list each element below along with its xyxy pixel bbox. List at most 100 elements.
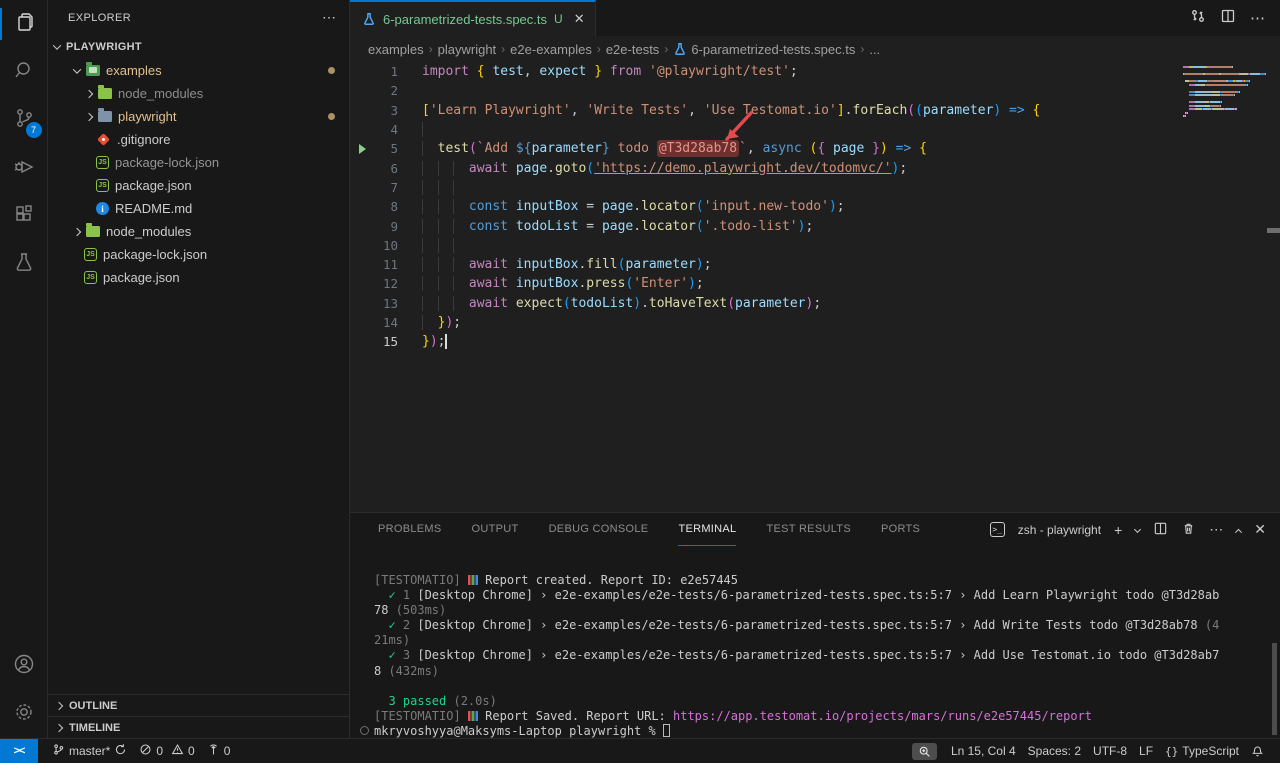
- breadcrumb-item[interactable]: playwright: [438, 42, 497, 57]
- screencast-zoom-icon[interactable]: [912, 743, 937, 760]
- folder-examples-icon: [86, 65, 100, 76]
- tree-item-package-json[interactable]: JSpackage.json: [48, 266, 349, 289]
- panel-actions: >_ zsh - playwright + ⋯ ✕: [990, 513, 1266, 546]
- more-actions-icon[interactable]: ⋯: [1250, 9, 1266, 27]
- close-icon[interactable]: ✕: [574, 11, 585, 27]
- code-line-5[interactable]: 5test(`Add ${parameter} todo @T3d28ab78`…: [350, 139, 1280, 158]
- tab-output[interactable]: OUTPUT: [472, 513, 519, 546]
- code-line-12[interactable]: 12await inputBox.press('Enter');: [350, 274, 1280, 293]
- code-line-6[interactable]: 6await page.goto('https://demo.playwrigh…: [350, 158, 1280, 177]
- activity-run-debug-button[interactable]: [0, 144, 48, 192]
- files-icon: [12, 10, 36, 39]
- cursor-position-status[interactable]: Ln 15, Col 4: [945, 744, 1022, 758]
- breadcrumb-separator: ›: [860, 42, 864, 56]
- terminal-line: 3 passed (2.0s): [374, 694, 1270, 709]
- code-line-8[interactable]: 8const inputBox = page.locator('input.ne…: [350, 197, 1280, 216]
- chevron-down-icon: [73, 65, 81, 73]
- split-editor-icon[interactable]: [1220, 8, 1236, 29]
- warning-icon: [171, 743, 184, 759]
- settings-button[interactable]: [0, 690, 48, 738]
- terminal-dropdown-icon[interactable]: [1134, 526, 1141, 533]
- run-test-icon[interactable]: [359, 144, 366, 154]
- breadcrumb-separator: ›: [429, 42, 433, 56]
- tree-item-package-lock-json[interactable]: JSpackage-lock.json: [48, 151, 349, 174]
- tree-item-readme-md[interactable]: iREADME.md: [48, 197, 349, 220]
- breadcrumb-item[interactable]: examples: [368, 42, 424, 57]
- breadcrumb-item[interactable]: e2e-tests: [606, 42, 659, 57]
- activity-extensions-button[interactable]: [0, 192, 48, 240]
- breadcrumb-item[interactable]: ...: [869, 42, 880, 57]
- code-line-1[interactable]: 1import { test, expect } from '@playwrig…: [350, 62, 1280, 81]
- code-line-2[interactable]: 2: [350, 81, 1280, 100]
- tree-item-label: .gitignore: [117, 132, 170, 147]
- tree-item-node-modules[interactable]: node_modules: [48, 82, 349, 105]
- breadcrumb-item[interactable]: 6-parametrized-tests.spec.ts: [673, 42, 855, 57]
- encoding-status[interactable]: UTF-8: [1087, 744, 1133, 758]
- tab-terminal[interactable]: TERMINAL: [678, 513, 736, 546]
- tree-item-node-modules[interactable]: node_modules: [48, 220, 349, 243]
- eol-status[interactable]: LF: [1133, 744, 1159, 758]
- code-editor[interactable]: 1import { test, expect } from '@playwrig…: [350, 62, 1280, 512]
- close-panel-icon[interactable]: ✕: [1254, 521, 1266, 538]
- section-timeline[interactable]: TIMELINE: [48, 716, 349, 738]
- kill-terminal-icon[interactable]: [1181, 521, 1196, 539]
- command-decoration-icon: [360, 726, 369, 735]
- code-line-10[interactable]: 10: [350, 236, 1280, 255]
- open-changes-icon[interactable]: [1190, 8, 1206, 29]
- indentation-status[interactable]: Spaces: 2: [1022, 744, 1087, 758]
- activity-testing-button[interactable]: [0, 240, 48, 288]
- code-line-15[interactable]: 15});: [350, 332, 1280, 351]
- chevron-right-icon: [55, 723, 63, 731]
- tab-debug-console[interactable]: DEBUG CONSOLE: [549, 513, 649, 546]
- panel-more-icon[interactable]: ⋯: [1209, 521, 1223, 538]
- activity-search-button[interactable]: [0, 48, 48, 96]
- notifications-bell-icon[interactable]: [1245, 745, 1270, 758]
- explorer-title: EXPLORER: [68, 12, 131, 24]
- sidebar-bottom-sections: OUTLINE TIMELINE: [48, 694, 349, 738]
- code-line-4[interactable]: 4: [350, 120, 1280, 139]
- braces-icon: {}: [1165, 745, 1178, 758]
- breadcrumb-item[interactable]: e2e-examples: [510, 42, 592, 57]
- code-line-13[interactable]: 13await expect(todoList).toHaveText(para…: [350, 294, 1280, 313]
- bar-chart-icon: [468, 575, 478, 585]
- tree-item-examples[interactable]: examples: [48, 59, 349, 82]
- explorer-more-actions-icon[interactable]: ⋯: [322, 9, 337, 26]
- breadcrumb-separator: ›: [664, 42, 668, 56]
- tab-ports[interactable]: PORTS: [881, 513, 920, 546]
- accounts-button[interactable]: [0, 642, 48, 690]
- minimap[interactable]: [1183, 66, 1273, 119]
- activity-source-control-button[interactable]: 7: [0, 96, 48, 144]
- modified-dot: [328, 67, 335, 74]
- code-lines: 1import { test, expect } from '@playwrig…: [350, 62, 1280, 351]
- language-status[interactable]: {} TypeScript: [1159, 744, 1245, 758]
- remote-indicator[interactable]: ><: [0, 739, 38, 763]
- tree-item-playwright[interactable]: playwright: [48, 105, 349, 128]
- terminal-line: 8 (432ms): [374, 664, 1270, 679]
- tree-item-package-lock-json[interactable]: JSpackage-lock.json: [48, 243, 349, 266]
- code-line-9[interactable]: 9const todoList = page.locator('.todo-li…: [350, 216, 1280, 235]
- ports-status[interactable]: 0: [201, 739, 237, 763]
- terminal-scrollbar[interactable]: [1272, 643, 1277, 735]
- activity-explorer-button[interactable]: [0, 0, 48, 48]
- problems-status[interactable]: 0 0: [133, 739, 200, 763]
- branch-status[interactable]: master*: [46, 739, 133, 763]
- code-line-7[interactable]: 7: [350, 178, 1280, 197]
- tab-6-parametrized-tests[interactable]: 6-parametrized-tests.spec.ts U ✕: [350, 0, 596, 36]
- section-outline[interactable]: OUTLINE: [48, 694, 349, 716]
- maximize-panel-icon[interactable]: [1235, 529, 1242, 536]
- tree-item--gitignore[interactable]: .gitignore: [48, 128, 349, 151]
- vscode-window: 7 EXPLORER ⋯ PLAYWRIGHT examplesnode_mod…: [0, 0, 1280, 763]
- split-terminal-icon[interactable]: [1153, 521, 1168, 539]
- status-right: Ln 15, Col 4 Spaces: 2 UTF-8 LF {} TypeS…: [912, 743, 1280, 760]
- tree-item-package-json[interactable]: JSpackage.json: [48, 174, 349, 197]
- new-terminal-icon[interactable]: +: [1114, 522, 1122, 538]
- code-line-3[interactable]: 3['Learn Playwright', 'Write Tests', 'Us…: [350, 101, 1280, 120]
- terminal-line: ✓ 1 [Desktop Chrome] › e2e-examples/e2e-…: [374, 588, 1270, 603]
- code-line-14[interactable]: 14});: [350, 313, 1280, 332]
- terminal-session-label[interactable]: zsh - playwright: [1018, 523, 1101, 537]
- section-playwright[interactable]: PLAYWRIGHT: [48, 35, 349, 59]
- terminal-output[interactable]: [TESTOMATIO] Report created. Report ID: …: [374, 573, 1270, 739]
- code-line-11[interactable]: 11await inputBox.fill(parameter);: [350, 255, 1280, 274]
- tab-problems[interactable]: PROBLEMS: [378, 513, 442, 546]
- tab-test-results[interactable]: TEST RESULTS: [766, 513, 851, 546]
